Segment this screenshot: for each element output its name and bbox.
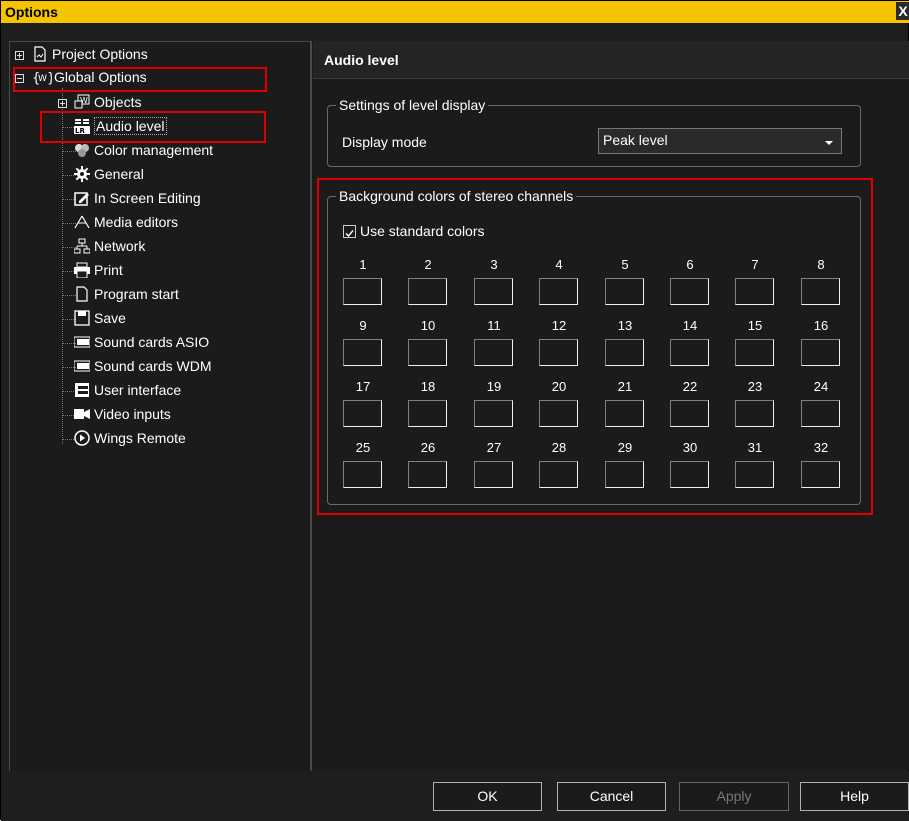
video-camera-icon	[74, 406, 90, 422]
apply-button[interactable]: Apply	[679, 782, 789, 811]
svg-text:W: W	[80, 96, 88, 105]
display-mode-select[interactable]: Peak level	[598, 128, 842, 154]
tree-item-print[interactable]: Print	[10, 260, 310, 282]
in-screen-editing-icon	[74, 190, 90, 206]
close-button[interactable]: X	[896, 2, 909, 20]
options-dialog: Options X Project Options {W Global Opt…	[0, 0, 909, 821]
tree-item-label: User interface	[94, 382, 182, 398]
tree-item-media-editors[interactable]: Media editors	[10, 212, 310, 234]
tree-item-label: Sound cards WDM	[94, 358, 212, 374]
expand-icon[interactable]	[58, 99, 67, 108]
tree-item-label: General	[94, 166, 144, 182]
tree-item-label: Save	[94, 310, 126, 326]
tree-item-network[interactable]: Network	[10, 236, 310, 258]
network-icon	[73, 238, 91, 254]
tree-item-user-interface[interactable]: User interface	[10, 380, 310, 402]
tree-item-general[interactable]: General	[10, 164, 310, 186]
tree-item-label: Wings Remote	[94, 430, 186, 446]
level-display-legend: Settings of level display	[336, 97, 489, 113]
tree-item-project-options[interactable]: Project Options	[10, 44, 310, 66]
color-management-icon	[74, 142, 90, 158]
tree-item-wings-remote[interactable]: Wings Remote	[10, 428, 310, 450]
cancel-button[interactable]: Cancel	[557, 782, 666, 811]
play-circle-icon	[74, 430, 90, 446]
gear-icon	[74, 166, 90, 182]
tree-item-video-inputs[interactable]: Video inputs	[10, 404, 310, 426]
tree-item-program-start[interactable]: Program start	[10, 284, 310, 306]
objects-icon: W	[74, 94, 90, 110]
title-bar[interactable]: Options X	[1, 1, 909, 23]
save-icon	[74, 310, 90, 326]
level-display-group: Settings of level display Display mode P…	[327, 97, 861, 167]
tree-item-sound-cards-asio[interactable]: Sound cards ASIO	[10, 332, 310, 354]
program-start-icon	[74, 286, 90, 302]
tree-item-label: In Screen Editing	[94, 190, 201, 206]
display-mode-value: Peak level	[603, 132, 668, 148]
printer-icon	[74, 262, 90, 279]
window-title: Options	[5, 4, 58, 20]
tree-item-label: Program start	[94, 286, 179, 302]
tree-item-label: Media editors	[94, 214, 179, 230]
tree-item-label: Project Options	[52, 46, 148, 62]
tree-item-label: Sound cards ASIO	[94, 334, 210, 350]
asio-icon	[73, 334, 91, 350]
tree-item-label: Print	[94, 262, 123, 278]
stereo-colors-highlight	[317, 178, 873, 515]
tree-item-in-screen-editing[interactable]: In Screen Editing	[10, 188, 310, 210]
section-header: Audio level	[313, 41, 909, 79]
wdm-icon	[73, 358, 91, 374]
display-mode-label: Display mode	[342, 134, 427, 150]
project-document-icon	[32, 46, 48, 62]
tree-item-label: Network	[94, 238, 146, 254]
user-interface-icon	[74, 382, 90, 398]
tree-item-sound-cards-wdm[interactable]: Sound cards WDM	[10, 356, 310, 378]
tree-item-save[interactable]: Save	[10, 308, 310, 330]
tree-item-color-management[interactable]: Color management	[10, 140, 310, 162]
audio-level-highlight	[40, 111, 266, 143]
tree-item-label: Color management	[94, 142, 214, 158]
tree-item-label: Objects	[94, 94, 142, 110]
section-title: Audio level	[324, 52, 399, 68]
tree-item-label: Video inputs	[94, 406, 171, 422]
help-button[interactable]: Help	[800, 782, 909, 811]
global-options-highlight	[13, 67, 267, 92]
media-editors-icon	[74, 214, 90, 230]
ok-button[interactable]: OK	[433, 782, 542, 811]
options-tree[interactable]: Project Options {W} Global Options W Obj…	[9, 41, 311, 772]
expand-icon[interactable]	[15, 51, 24, 60]
chevron-down-icon[interactable]	[825, 141, 833, 145]
